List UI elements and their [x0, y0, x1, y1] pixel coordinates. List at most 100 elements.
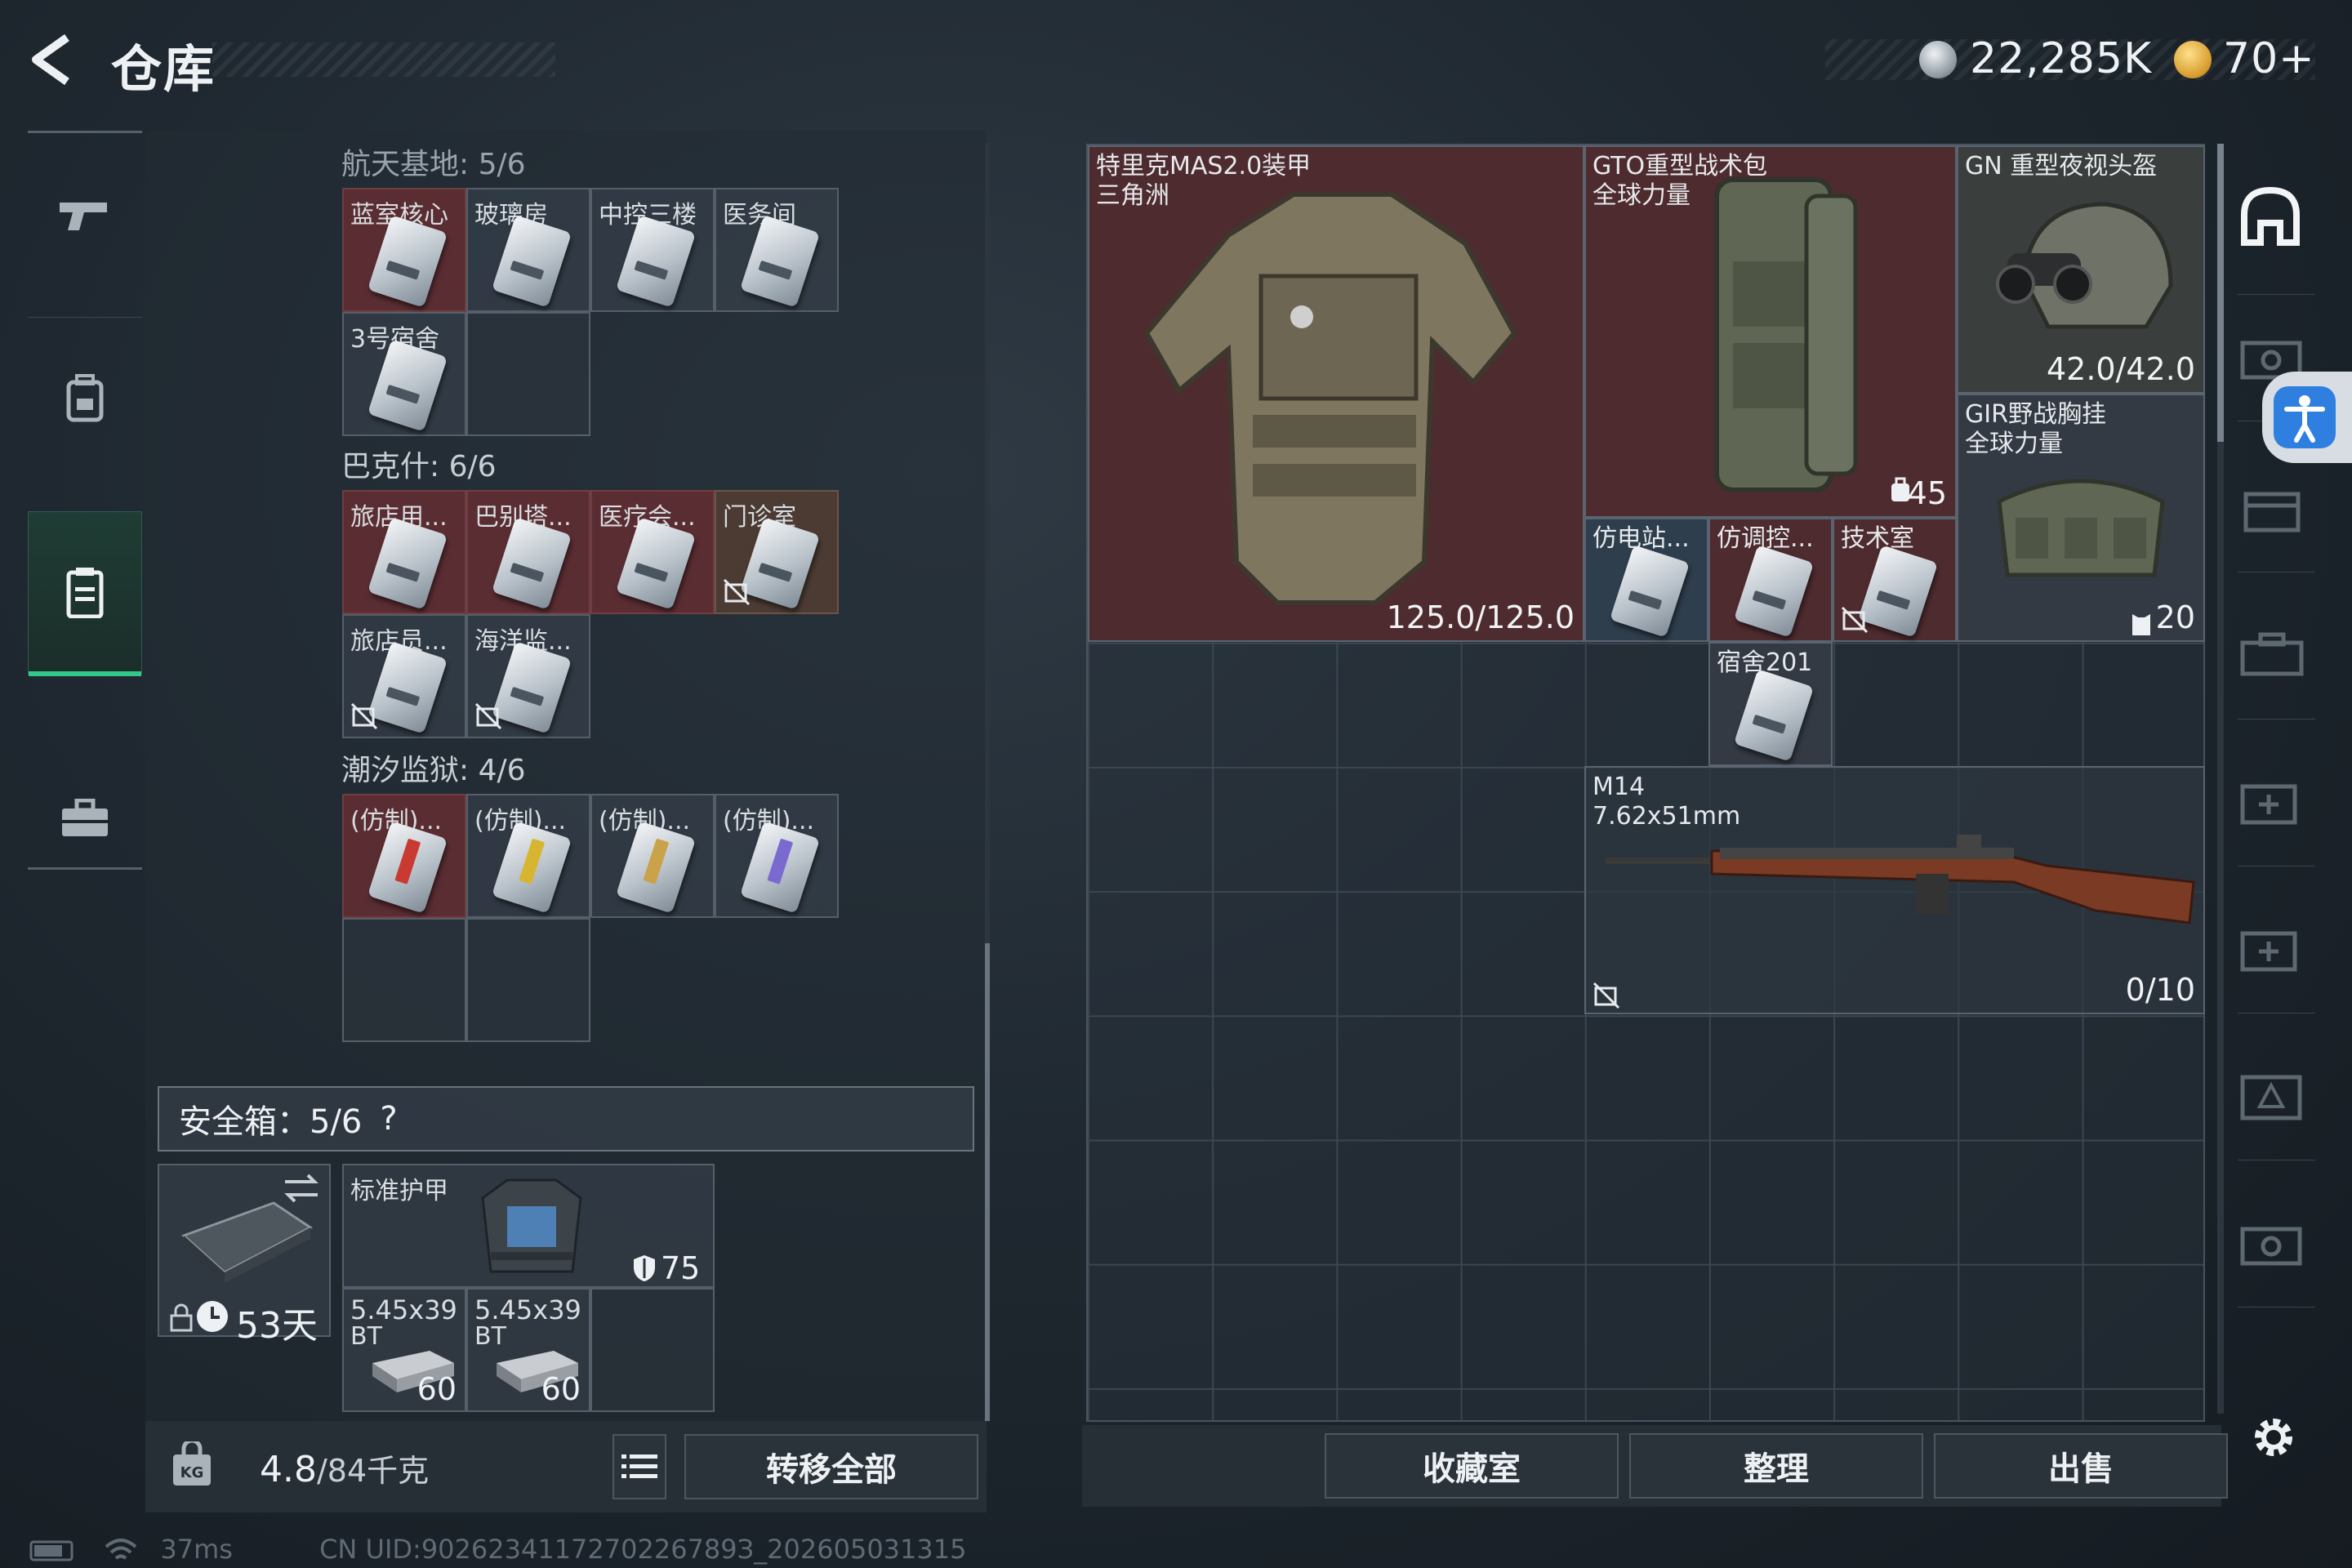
safebox-help-button[interactable]: ? [380, 1100, 397, 1138]
helmet-durability: 42.0/42.0 [2046, 351, 2195, 387]
keycard-slot[interactable]: (仿制)... [590, 794, 715, 918]
backpack-icon [66, 374, 104, 422]
section-title: 潮汐监狱: 4/6 [341, 754, 526, 787]
keycard-slot[interactable]: (仿制)... [466, 794, 590, 918]
keycard-slot[interactable]: 医务间 [715, 188, 839, 312]
pistol-icon [60, 203, 107, 230]
keycard-slot[interactable]: 玻璃房 [466, 188, 590, 312]
armor-vest-icon [481, 1178, 582, 1273]
chevron-left-icon [32, 33, 69, 86]
chest-rig-icon [1997, 479, 2165, 577]
no-transfer-icon [1841, 606, 1869, 634]
loadout-tab[interactable] [2238, 184, 2311, 249]
case-icon [2240, 632, 2304, 676]
keycard-slot[interactable]: 旅店用... [342, 490, 466, 614]
nav-toolbox[interactable] [28, 737, 142, 901]
keycard-slot[interactable]: 旅店员... [342, 614, 466, 738]
safebox-header: 安全箱：5/6 ? [158, 1086, 974, 1152]
accessibility-button[interactable] [2262, 372, 2352, 463]
key-slot[interactable]: 仿调控... [1708, 518, 1833, 642]
keycard-slot[interactable]: 海洋监... [466, 614, 590, 738]
empty-slot[interactable] [590, 1288, 715, 1412]
side-nav [28, 131, 142, 870]
transfer-all-button[interactable]: 转移全部 [684, 1434, 978, 1499]
tactical-backpack-icon [1714, 177, 1858, 492]
back-button[interactable] [24, 31, 90, 88]
safebox-container[interactable]: 53天 [158, 1164, 331, 1347]
key-slot[interactable]: 技术室 [1833, 518, 1957, 642]
helmet-tab-icon [2241, 186, 2300, 246]
keycard-slot[interactable]: (仿制)... [715, 794, 839, 918]
nav-weapon[interactable] [28, 133, 142, 296]
svg-text:KG: KG [180, 1464, 204, 1481]
no-transfer-icon [1592, 982, 1620, 1009]
key-slot[interactable]: 宿舍201 [1708, 642, 1833, 766]
loadout-scrollbar-thumb[interactable] [2217, 144, 2224, 442]
medkit-icon [2240, 931, 2297, 972]
toolbox-icon [62, 799, 108, 836]
title-decoration [212, 42, 555, 77]
backpack-slot[interactable]: GTO重型战术包 全球力量 45 [1584, 145, 1957, 518]
no-transfer-icon [350, 702, 378, 730]
empty-slot[interactable] [342, 918, 466, 1042]
vest-small-icon [2132, 614, 2150, 635]
keycard-slot[interactable]: 中控三楼 [590, 188, 715, 312]
sell-button[interactable]: 出售 [1934, 1433, 2228, 1499]
warning-box-icon [2240, 1075, 2302, 1120]
container-tab[interactable] [2238, 1213, 2311, 1278]
list-view-button[interactable] [612, 1434, 666, 1499]
rifle-slot[interactable]: M14 7.62x51mm 0/10 [1584, 766, 2205, 1014]
wifi-icon [105, 1539, 137, 1560]
crate-icon [2243, 492, 2301, 532]
safebox-title: 安全箱：5/6 [179, 1103, 363, 1141]
status-bar: 37ms CN UID:9026234117270226789З_2026050… [29, 1534, 966, 1565]
keycard-slot[interactable]: (仿制)... [342, 794, 466, 918]
chest-rig-capacity: 20 [2155, 599, 2195, 635]
container-tab[interactable] [2238, 625, 2311, 690]
nav-backpack[interactable] [28, 317, 142, 480]
keycard-icon [1609, 545, 1690, 638]
nav-locker[interactable] [28, 511, 142, 676]
m14-rifle-icon [1606, 835, 2195, 924]
container-icon [2240, 1227, 2302, 1266]
empty-slot[interactable] [466, 918, 590, 1042]
no-transfer-icon [474, 702, 502, 730]
settings-gear-icon[interactable] [2247, 1411, 2300, 1463]
container-tab[interactable] [2238, 919, 2311, 984]
silver-currency: 22,285K [1970, 34, 2153, 83]
list-icon [621, 1454, 657, 1478]
stash-scrollbar-thumb[interactable] [985, 943, 990, 1421]
safebox-case-icon [181, 1201, 313, 1283]
keycard-slot[interactable]: 巴别塔... [466, 490, 590, 614]
container-tab[interactable] [2238, 1066, 2311, 1131]
keycard-slot[interactable]: 3号宿舍 [342, 312, 466, 436]
armor-slot[interactable]: 特里克MAS2.0装甲 三角洲 125.0/125.0 [1088, 145, 1584, 642]
container-tab[interactable] [2238, 772, 2311, 837]
keycard-icon [1733, 545, 1815, 638]
armor-value: 75 [661, 1250, 701, 1286]
key-slot[interactable]: 仿电站... [1584, 518, 1708, 642]
standard-armor-slot[interactable]: 标准护甲 75 [342, 1164, 715, 1288]
empty-slot[interactable] [466, 312, 590, 436]
swap-icon[interactable] [282, 1172, 321, 1205]
keycard-slot[interactable]: 医疗会... [590, 490, 715, 614]
collection-room-button[interactable]: 收藏室 [1325, 1433, 1619, 1499]
gold-coin-icon [2174, 41, 2212, 78]
body-armor-icon [1143, 192, 1517, 605]
keycard-slot[interactable]: 门诊室 [715, 490, 839, 614]
sort-button[interactable]: 整理 [1629, 1433, 1923, 1499]
night-vision-helmet-icon [1996, 202, 2173, 329]
clock-icon [197, 1301, 228, 1332]
rifle-ammo: 0/10 [2125, 972, 2195, 1008]
ammo-slot[interactable]: 5.45x39 BT 60 [466, 1288, 590, 1412]
locker-icon [66, 568, 104, 618]
helmet-slot[interactable]: GN 重型夜视头盔 42.0/42.0 [1957, 145, 2205, 394]
ammo-slot[interactable]: 5.45x39 BT 60 [342, 1288, 466, 1412]
chest-rig-slot[interactable]: GIR野战胸挂 全球力量 20 [1957, 394, 2205, 642]
shield-icon [634, 1255, 655, 1281]
keycard-slot[interactable]: 蓝室核心 [342, 188, 466, 312]
page-title: 仓库 [111, 39, 216, 99]
gold-currency[interactable]: 70+ [2223, 34, 2315, 83]
safebox-days: 53天 [236, 1305, 318, 1347]
container-tab[interactable] [2238, 478, 2311, 543]
